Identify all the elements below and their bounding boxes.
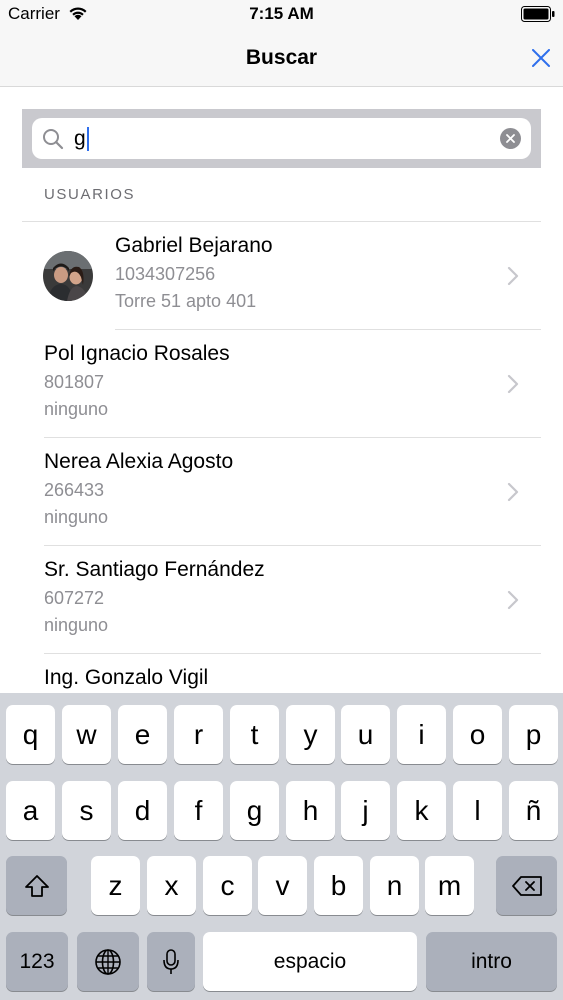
shift-key[interactable] — [6, 856, 67, 915]
backspace-icon — [511, 875, 542, 896]
clear-search-button[interactable] — [500, 128, 521, 149]
page-title: Buscar — [245, 46, 318, 69]
user-name: Pol Ignacio Rosales — [44, 342, 230, 365]
list-item[interactable]: Gabriel Bejarano 1034307256 Torre 51 apt… — [22, 222, 541, 330]
user-phone: 801807 — [44, 372, 105, 392]
close-icon — [532, 49, 550, 67]
key-r[interactable]: r — [174, 705, 223, 764]
close-button[interactable] — [527, 44, 555, 72]
section-header: USUARIOS — [44, 186, 136, 203]
key-m[interactable]: m — [425, 856, 474, 915]
key-k[interactable]: k — [397, 781, 446, 840]
globe-icon — [95, 948, 121, 975]
user-address: Torre 51 apto 401 — [115, 291, 257, 311]
key-d[interactable]: d — [118, 781, 167, 840]
microphone-key[interactable] — [147, 932, 195, 991]
search-query: g — [74, 127, 86, 150]
user-list: Gabriel Bejarano 1034307256 Torre 51 apt… — [22, 222, 541, 762]
battery-icon — [521, 6, 555, 22]
clear-icon — [506, 134, 515, 143]
user-name: Gabriel Bejarano — [115, 234, 273, 257]
key-n-tilde[interactable]: ñ — [509, 781, 558, 840]
search-input-value: g — [74, 127, 89, 151]
key-a[interactable]: a — [6, 781, 55, 840]
key-x[interactable]: x — [147, 856, 196, 915]
text-cursor — [86, 127, 89, 151]
chevron-right-icon — [507, 482, 519, 502]
key-e[interactable]: e — [118, 705, 167, 764]
key-n[interactable]: n — [370, 856, 419, 915]
key-i[interactable]: i — [397, 705, 446, 764]
user-name: Ing. Gonzalo Vigil — [44, 666, 209, 689]
chevron-right-icon — [507, 266, 519, 286]
key-s[interactable]: s — [62, 781, 111, 840]
keyboard: q w e r t y u i o p a s d f g h j k l ñ … — [0, 693, 563, 1000]
key-f[interactable]: f — [174, 781, 223, 840]
user-address: ninguno — [44, 399, 109, 419]
user-phone: 266433 — [44, 480, 105, 500]
user-address: ninguno — [44, 507, 109, 527]
status-time: 7:15 AM — [249, 4, 314, 23]
space-key[interactable]: espacio — [203, 932, 417, 991]
chevron-right-icon — [507, 590, 519, 610]
numbers-key[interactable]: 123 — [6, 932, 68, 991]
user-address: ninguno — [44, 615, 109, 635]
return-key[interactable]: intro — [426, 932, 557, 991]
list-item[interactable]: Nerea Alexia Agosto 266433 ninguno — [22, 438, 541, 546]
user-phone: 1034307256 — [115, 264, 216, 284]
key-t[interactable]: t — [230, 705, 279, 764]
key-u[interactable]: u — [341, 705, 390, 764]
backspace-key[interactable] — [496, 856, 557, 915]
list-item[interactable]: Sr. Santiago Fernández 607272 ninguno — [22, 546, 541, 654]
avatar — [43, 251, 93, 301]
chevron-right-icon — [507, 374, 519, 394]
status-bar: Carrier 7:15 AM — [0, 0, 563, 28]
key-p[interactable]: p — [509, 705, 558, 764]
key-h[interactable]: h — [286, 781, 335, 840]
key-g[interactable]: g — [230, 781, 279, 840]
list-item[interactable]: Pol Ignacio Rosales 801807 ninguno — [22, 330, 541, 438]
key-o[interactable]: o — [453, 705, 502, 764]
globe-key[interactable] — [77, 932, 139, 991]
key-c[interactable]: c — [203, 856, 252, 915]
shift-icon — [24, 874, 49, 897]
key-q[interactable]: q — [6, 705, 55, 764]
key-b[interactable]: b — [314, 856, 363, 915]
key-j[interactable]: j — [341, 781, 390, 840]
key-v[interactable]: v — [258, 856, 307, 915]
search-input[interactable]: g — [32, 118, 531, 159]
key-l[interactable]: l — [453, 781, 502, 840]
user-phone: 607272 — [44, 588, 105, 608]
search-bar: g — [22, 109, 541, 168]
key-z[interactable]: z — [91, 856, 140, 915]
navigation-bar: Buscar — [0, 28, 563, 87]
user-name: Nerea Alexia Agosto — [44, 450, 234, 473]
search-icon — [42, 128, 64, 150]
key-w[interactable]: w — [62, 705, 111, 764]
microphone-icon — [163, 948, 179, 974]
user-name: Sr. Santiago Fernández — [44, 558, 265, 581]
key-y[interactable]: y — [286, 705, 335, 764]
